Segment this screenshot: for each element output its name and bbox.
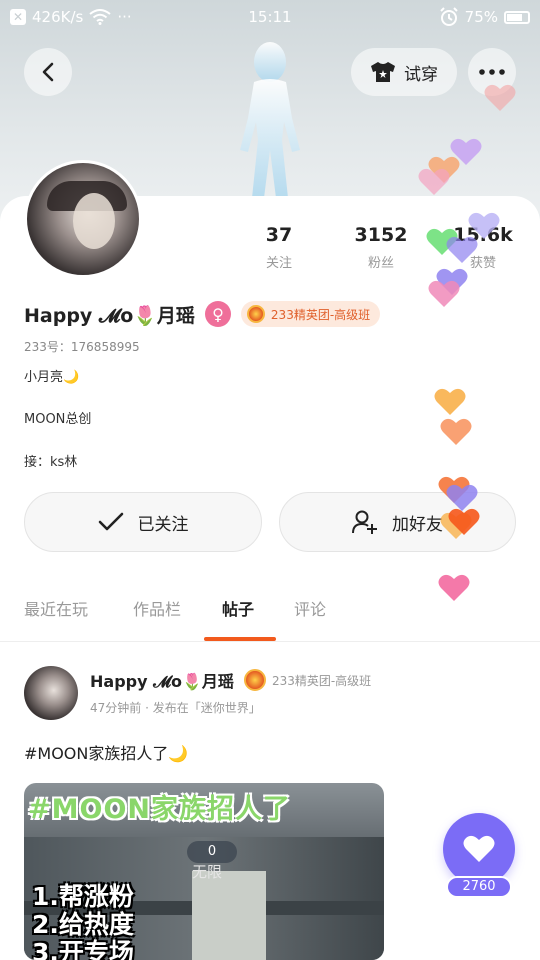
post-text: #MOON家族招人了🌙 [24,744,189,763]
chevron-left-icon [42,62,54,82]
tab-works[interactable]: 作品栏 [133,596,181,620]
battery-icon [504,10,530,24]
add-friend-label: 加好友 [392,514,443,535]
try-on-label: 试穿 [404,64,438,85]
tab-posts[interactable]: 帖子 [222,596,254,620]
stat-followers[interactable]: 3152 粉丝 [341,224,421,271]
active-tab-indicator [204,637,276,641]
bio-line-1: 小月亮🌙 [24,370,80,385]
post-image-list: 1.帮涨粉 2.给热度 3.开专场 [32,883,134,960]
try-on-button[interactable]: 试穿 [351,48,457,96]
female-gender-icon: ♀ [204,301,231,327]
user-id: 233号：176858995 [24,340,140,354]
post-author-avatar[interactable] [24,666,78,720]
profile-name: Happy 𝓜o🌷月瑶 [24,304,195,327]
floating-heart-icon [484,84,516,111]
stat-following[interactable]: 37 关注 [239,224,319,271]
post-image-list-item: 2.给热度 [32,910,134,939]
post-image[interactable]: #MOON家族招人了 0 无限 1.帮涨粉 2.给热度 3.开专场 [24,783,384,960]
avatar-figure-hologram [240,42,300,198]
floating-heart-icon [438,574,470,601]
post-image-counter-label: 无限 [192,863,223,881]
profile-avatar[interactable] [24,160,142,278]
following-label: 关注 [265,256,292,271]
post-author-badge: 233精英团-高级班 [243,669,372,691]
floating-heart-icon [440,418,472,445]
like-count: 2760 [446,876,512,898]
bio-line-2: MOON总创 [24,412,92,427]
heart-icon [463,835,495,862]
floating-heart-icon [434,388,466,415]
add-friend-button[interactable]: 加好友 [279,492,516,552]
followers-label: 粉丝 [367,256,394,271]
bio-line-3: 接：ks林 [24,455,78,470]
medal-icon [246,305,265,323]
add-user-icon [352,510,377,534]
tshirt-icon [371,62,395,82]
like-button[interactable] [443,813,515,885]
floating-heart-icon [448,508,480,535]
floating-heart-icon [428,280,460,307]
post-image-list-item: 3.开专场 [32,938,134,960]
tab-comments[interactable]: 评论 [294,596,326,620]
status-time: 15:11 [248,8,292,26]
post-image-title: #MOON家族招人了 [28,794,291,825]
checkmark-icon [98,512,123,531]
post-image-counter: 0 [187,841,237,863]
more-dots-icon [479,69,505,75]
elite-badge[interactable]: 233精英团-高级班 [240,301,381,327]
followed-button[interactable]: 已关注 [24,492,262,552]
medal-icon [243,669,266,691]
post-author-badge-label: 233精英团-高级班 [271,673,372,688]
tab-recently-played[interactable]: 最近在玩 [24,596,88,620]
followers-count: 3152 [354,224,408,246]
post-meta: 47分钟前 · 发布在「迷你世界」 [90,701,261,715]
elite-badge-label: 233精英团-高级班 [270,307,371,322]
status-bar: ✕ 426K/s ··· 15:11 75% [0,0,540,34]
followed-label: 已关注 [137,514,189,535]
post-author-name[interactable]: Happy 𝓜o🌷月瑶 [90,668,234,692]
back-button[interactable] [24,48,72,96]
floating-heart-icon [418,168,450,195]
floating-heart-icon [446,236,478,263]
profile-name-row: Happy 𝓜o🌷月瑶 ♀ 233精英团-高级班 [24,298,381,330]
following-count: 37 [265,224,293,246]
post-author-row: Happy 𝓜o🌷月瑶 233精英团-高级班 [90,668,371,692]
post-image-list-item: 1.帮涨粉 [32,882,134,911]
